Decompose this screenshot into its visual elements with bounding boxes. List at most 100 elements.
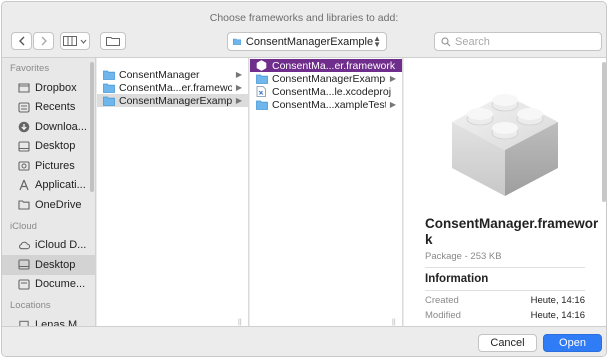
new-folder-button[interactable] bbox=[100, 32, 126, 50]
folder-icon bbox=[256, 73, 268, 84]
sidebar-item-label: Docume... bbox=[35, 278, 86, 291]
disclosure-arrow-icon: ▶ bbox=[235, 70, 242, 79]
sidebar-item-docume[interactable]: Docume... bbox=[2, 275, 95, 295]
folder-icon bbox=[103, 69, 115, 80]
applications-icon bbox=[18, 179, 30, 191]
package-lego-icon bbox=[452, 94, 558, 196]
chevron-left-icon bbox=[18, 36, 24, 46]
disclosure-arrow-icon: ▶ bbox=[389, 74, 396, 83]
created-value: Heute, 14:16 bbox=[530, 295, 585, 306]
folder-icon bbox=[103, 95, 115, 106]
file-row[interactable]: ConsentMa...er.framework ▶ bbox=[97, 81, 248, 94]
sidebar-item-desktop[interactable]: Desktop bbox=[2, 255, 95, 275]
documents-icon bbox=[18, 278, 30, 290]
browser-area: Favorites Dropbox Recents Downloa... Deskto… bbox=[2, 57, 606, 327]
sidebar-item-label: Applicati... bbox=[35, 179, 86, 192]
cancel-button[interactable]: Cancel bbox=[478, 334, 537, 352]
open-button[interactable]: Open bbox=[543, 334, 602, 352]
sidebar-item-label: Dropbox bbox=[35, 81, 77, 94]
location-popup[interactable]: ConsentManagerExample ▲ ▼ bbox=[227, 32, 387, 51]
preview-scrollbar[interactable] bbox=[602, 62, 606, 202]
preview-kind-size: Package - 253 KB bbox=[425, 251, 502, 262]
preview-pane: ConsentManager.framework Package - 253 K… bbox=[404, 58, 606, 327]
search-icon bbox=[441, 36, 451, 46]
browser-column-1: ConsentManager ▶ ConsentMa...er.framework ▶… bbox=[97, 58, 249, 327]
file-name: ConsentManagerExample bbox=[119, 94, 232, 107]
created-label: Created bbox=[425, 295, 459, 306]
sidebar-item-label: Downloa... bbox=[35, 120, 87, 133]
dialog-title: Choose frameworks and libraries to add: bbox=[209, 12, 399, 24]
sidebar-item-label: Desktop bbox=[35, 258, 76, 271]
sidebar-item-desktop[interactable]: Desktop bbox=[2, 137, 95, 157]
file-row[interactable]: ConsentMa...er.framework bbox=[250, 59, 402, 72]
toolbar: ConsentManagerExample ▲ ▼ bbox=[2, 28, 606, 56]
preview-file-name: ConsentManager.framework bbox=[425, 216, 599, 247]
sidebar-item-label: Desktop bbox=[35, 140, 76, 153]
location-label: ConsentManagerExample bbox=[245, 35, 374, 48]
file-row[interactable]: ConsentManagerExample ▶ bbox=[250, 72, 402, 85]
search-field[interactable] bbox=[434, 32, 602, 51]
sidebar-item-dropbox[interactable]: Dropbox bbox=[2, 78, 95, 98]
folder-icon bbox=[103, 82, 115, 93]
file-name: ConsentMa...xampleTests bbox=[272, 98, 386, 111]
sidebar-item-icloud-d[interactable]: iCloud D... bbox=[2, 236, 95, 256]
column-view-icon bbox=[63, 36, 77, 46]
column-resize-handle[interactable]: || bbox=[392, 319, 398, 326]
file-row[interactable]: ConsentMa...le.xcodeproj bbox=[250, 85, 402, 98]
file-name: ConsentMa...le.xcodeproj bbox=[272, 85, 392, 98]
sidebar-header-icloud: iCloud bbox=[10, 220, 37, 232]
back-button[interactable] bbox=[11, 32, 32, 50]
divider bbox=[425, 290, 585, 291]
sidebar-item-onedrive[interactable]: OneDrive bbox=[2, 195, 95, 215]
up-down-chevron-icon: ▲ ▼ bbox=[373, 33, 381, 49]
disclosure-arrow-icon: ▶ bbox=[235, 96, 242, 105]
disclosure-arrow-icon: ▶ bbox=[235, 83, 242, 92]
disclosure-arrow-icon: ▶ bbox=[389, 100, 396, 109]
file-name: ConsentMa...er.framework bbox=[119, 81, 232, 94]
sidebar: Favorites Dropbox Recents Downloa... Deskto… bbox=[2, 58, 96, 327]
file-row[interactable]: ConsentManager ▶ bbox=[97, 68, 248, 81]
sidebar-item-downloa[interactable]: Downloa... bbox=[2, 117, 95, 137]
downloads-icon bbox=[18, 121, 30, 133]
dropbox-icon bbox=[18, 82, 30, 94]
framework-icon bbox=[256, 60, 268, 71]
created-row: Created Heute, 14:16 bbox=[425, 295, 585, 306]
browser-column-2: ConsentMa...er.framework ConsentManagerEx… bbox=[250, 58, 403, 327]
column-resize-handle[interactable]: || bbox=[238, 319, 244, 326]
view-mode-button[interactable] bbox=[60, 32, 90, 50]
file-row[interactable]: ConsentManagerExample ▶ bbox=[97, 94, 248, 107]
xcodeproj-icon bbox=[256, 86, 268, 97]
modified-row: Modified Heute, 14:16 bbox=[425, 310, 585, 321]
new-folder-icon bbox=[106, 37, 120, 46]
sidebar-item-label: iCloud D... bbox=[35, 239, 87, 252]
pictures-icon bbox=[18, 160, 30, 172]
chevron-right-icon bbox=[41, 36, 47, 46]
sidebar-item-applicati[interactable]: Applicati... bbox=[2, 176, 95, 196]
forward-button[interactable] bbox=[33, 32, 54, 50]
sidebar-item-label: Recents bbox=[35, 101, 76, 114]
chevron-down-icon bbox=[80, 39, 87, 44]
file-name: ConsentManagerExample bbox=[272, 72, 386, 85]
bottom-bar: Cancel Open bbox=[2, 326, 606, 356]
file-open-dialog: Choose frameworks and libraries to add: … bbox=[1, 1, 607, 357]
sidebar-item-label: Pictures bbox=[35, 159, 75, 172]
sidebar-header-favorites: Favorites bbox=[10, 63, 50, 74]
sidebar-scrollbar[interactable] bbox=[90, 62, 94, 192]
folder-icon bbox=[256, 99, 268, 110]
folder-icon bbox=[18, 199, 30, 211]
file-name: ConsentManager bbox=[119, 68, 200, 81]
modified-label: Modified bbox=[425, 310, 461, 321]
sidebar-header-locations: Locations bbox=[10, 300, 51, 311]
recents-icon bbox=[18, 101, 30, 113]
divider bbox=[425, 267, 585, 268]
sidebar-item-recents[interactable]: Recents bbox=[2, 98, 95, 118]
sidebar-item-pictures[interactable]: Pictures bbox=[2, 156, 95, 176]
file-name: ConsentMa...er.framework bbox=[272, 59, 396, 72]
cloud-icon bbox=[18, 239, 30, 251]
search-input[interactable] bbox=[455, 35, 595, 48]
file-row[interactable]: ConsentMa...xampleTests ▶ bbox=[250, 98, 402, 111]
information-header: Information bbox=[425, 273, 489, 285]
modified-value: Heute, 14:16 bbox=[530, 310, 585, 321]
sidebar-item-label: OneDrive bbox=[35, 198, 82, 211]
desktop-icon bbox=[18, 259, 30, 271]
